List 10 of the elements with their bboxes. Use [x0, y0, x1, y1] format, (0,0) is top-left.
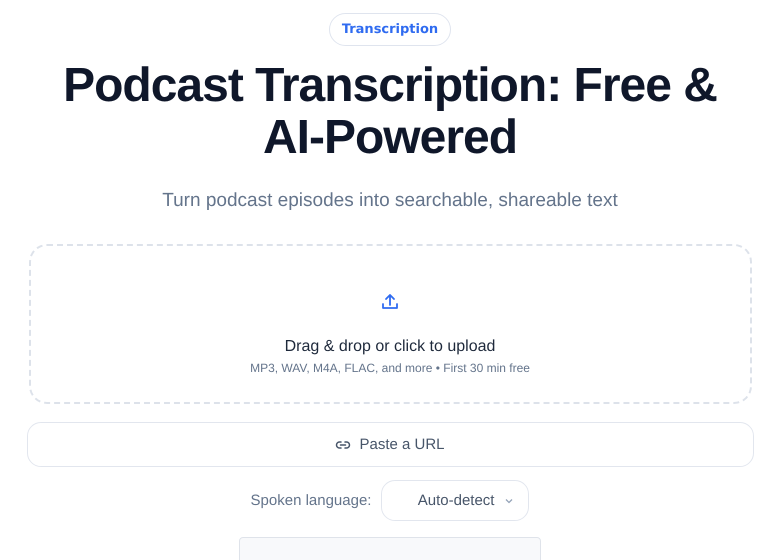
language-select[interactable]: Auto-detect	[381, 480, 530, 521]
upload-title: Drag & drop or click to upload	[284, 338, 496, 356]
upload-icon	[380, 292, 400, 312]
upload-dropzone[interactable]: Drag & drop or click to upload MP3, WAV, M4A, FLAC, and more • First 30 min free	[28, 244, 752, 404]
page-title: Podcast Transcription: Free & AI-Powered	[62, 60, 718, 164]
paste-url-button[interactable]: Paste a URL	[26, 422, 754, 467]
upload-hint: MP3, WAV, M4A, FLAC, and more • First 30 min free	[250, 361, 530, 375]
language-label: Spoken language:	[250, 492, 372, 509]
page-subtitle: Turn podcast episodes into searchable, shareable text	[162, 190, 618, 212]
category-badge: Transcription	[328, 13, 452, 46]
